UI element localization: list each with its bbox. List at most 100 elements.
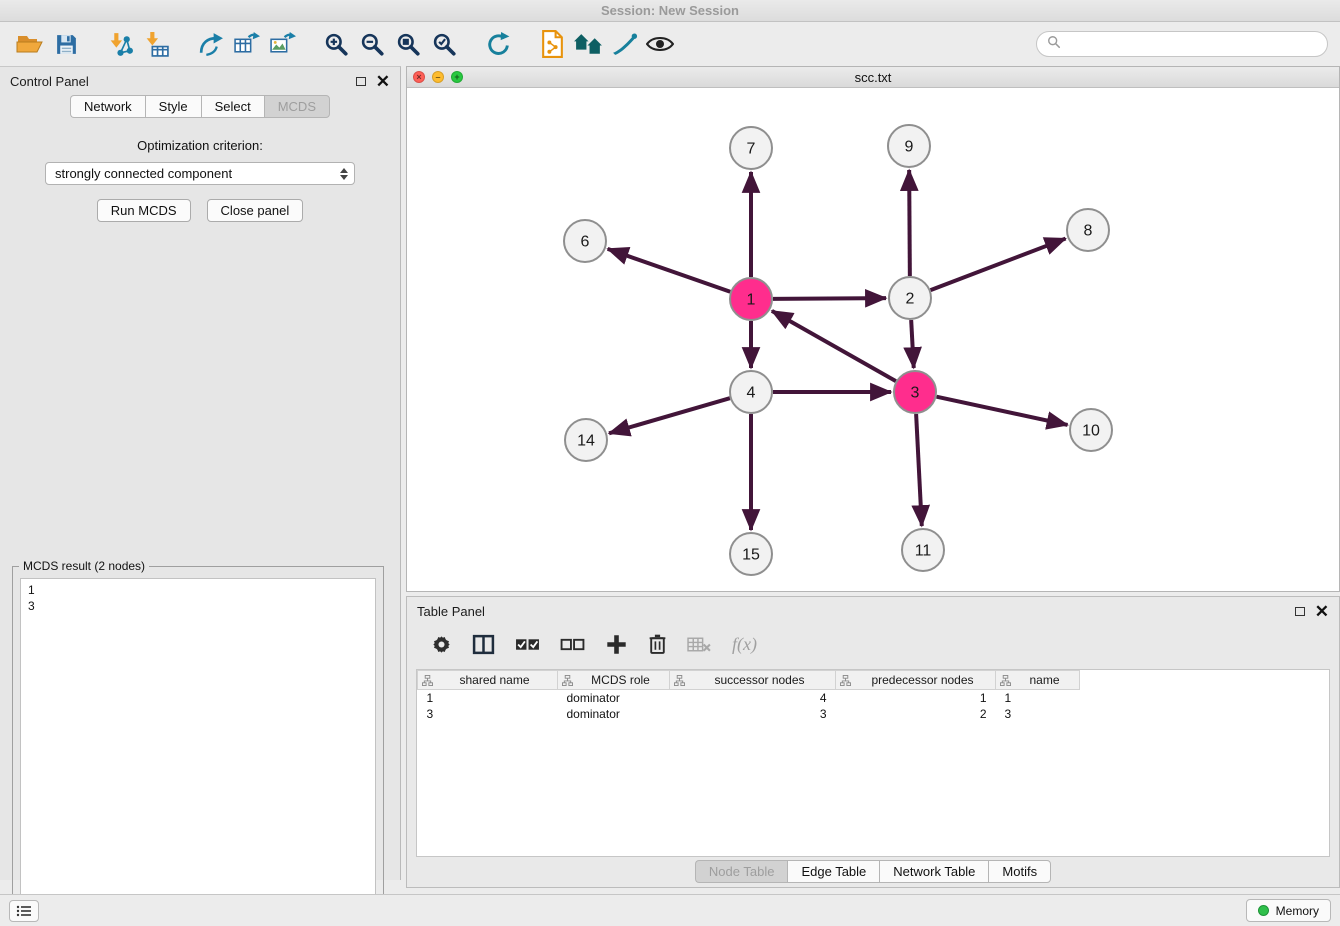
select-all-icon[interactable] (515, 635, 540, 654)
control-tab-network[interactable]: Network (70, 95, 145, 118)
import-network-icon[interactable] (102, 27, 138, 61)
cell-predecessor-nodes[interactable]: 2 (836, 706, 996, 722)
show-hide-eye-icon[interactable] (642, 27, 678, 61)
float-panel-icon[interactable] (356, 77, 366, 86)
add-column-icon[interactable] (605, 633, 628, 656)
column-header-MCDS-role[interactable]: MCDS role (558, 671, 670, 690)
graph-edge-2-9[interactable] (909, 170, 910, 276)
table-row[interactable]: 1dominator411 (418, 690, 1080, 706)
mcds-result-group: MCDS result (2 nodes) 13 (12, 566, 384, 926)
table-panel: Table Panel ✕ (406, 596, 1340, 888)
zoom-selected-icon[interactable] (426, 27, 462, 61)
graph-node-9[interactable]: 9 (888, 125, 930, 167)
control-tab-style[interactable]: Style (145, 95, 201, 118)
graph-node-4[interactable]: 4 (730, 371, 772, 413)
zoom-out-icon[interactable] (354, 27, 390, 61)
graph-edge-3-11[interactable] (916, 414, 922, 526)
close-panel-button[interactable]: Close panel (207, 199, 304, 222)
control-tab-select[interactable]: Select (201, 95, 264, 118)
graph-edge-4-14[interactable] (609, 398, 730, 433)
search-input[interactable] (1067, 37, 1317, 52)
network-graph[interactable]: 7 9 6 8 1 2 4 3 14 10 15 11 (407, 88, 1339, 591)
graph-node-1[interactable]: 1 (730, 278, 772, 320)
run-mcds-button[interactable]: Run MCDS (97, 199, 191, 222)
cell-successor-nodes[interactable]: 4 (670, 690, 836, 706)
cell-name[interactable]: 3 (996, 706, 1080, 722)
search-icon (1047, 35, 1061, 54)
cell-shared-name[interactable]: 3 (418, 706, 558, 722)
memory-button[interactable]: Memory (1246, 899, 1331, 922)
export-image-icon[interactable] (264, 27, 300, 61)
task-history-button[interactable] (9, 900, 39, 922)
cell-shared-name[interactable]: 1 (418, 690, 558, 706)
close-table-panel-icon[interactable]: ✕ (1315, 603, 1329, 620)
status-bar: Memory (0, 894, 1340, 926)
column-header-name[interactable]: name (996, 671, 1080, 690)
network-window-titlebar[interactable]: scc.txt × – + (407, 67, 1339, 88)
column-header-shared-name[interactable]: shared name (418, 671, 558, 690)
svg-text:11: 11 (915, 543, 932, 560)
graph-node-15[interactable]: 15 (730, 533, 772, 575)
settings-gear-icon[interactable] (431, 634, 452, 655)
graph-edge-3-1[interactable] (772, 311, 896, 381)
graph-node-6[interactable]: 6 (564, 220, 606, 262)
svg-text:9: 9 (905, 139, 914, 156)
graph-node-11[interactable]: 11 (902, 529, 944, 571)
export-network-icon[interactable] (192, 27, 228, 61)
close-panel-icon[interactable]: ✕ (376, 73, 390, 90)
export-table-icon[interactable] (228, 27, 264, 61)
style-brush-icon[interactable] (606, 27, 642, 61)
minimize-window-icon[interactable]: – (432, 71, 444, 83)
cell-MCDS-role[interactable]: dominator (558, 690, 670, 706)
cell-predecessor-nodes[interactable]: 1 (836, 690, 996, 706)
graph-node-8[interactable]: 8 (1067, 209, 1109, 251)
criterion-dropdown[interactable]: strongly connected component (45, 162, 355, 185)
table-tab-network-table[interactable]: Network Table (879, 860, 988, 883)
table-tab-node-table[interactable]: Node Table (695, 860, 788, 883)
column-header-predecessor-nodes[interactable]: predecessor nodes (836, 671, 996, 690)
table-tab-edge-table[interactable]: Edge Table (787, 860, 879, 883)
graph-edge-1-6[interactable] (608, 249, 731, 292)
graph-node-14[interactable]: 14 (565, 419, 607, 461)
save-session-icon[interactable] (48, 27, 84, 61)
network-canvas[interactable]: 7 9 6 8 1 2 4 3 14 10 15 11 (407, 88, 1339, 591)
column-sort-icon (840, 675, 851, 686)
import-table-icon[interactable] (138, 27, 174, 61)
control-panel: Control Panel ✕ NetworkStyleSelectMCDS O… (0, 66, 401, 880)
close-window-icon[interactable]: × (413, 71, 425, 83)
split-columns-icon[interactable] (472, 634, 495, 655)
control-tab-mcds[interactable]: MCDS (264, 95, 330, 118)
share-document-icon[interactable] (534, 27, 570, 61)
svg-text:3: 3 (911, 385, 920, 402)
zoom-fit-icon[interactable] (390, 27, 426, 61)
column-header-successor-nodes[interactable]: successor nodes (670, 671, 836, 690)
graph-node-10[interactable]: 10 (1070, 409, 1112, 451)
delete-table-icon[interactable] (687, 635, 712, 654)
graph-edge-2-8[interactable] (931, 239, 1066, 291)
apply-layout-icon[interactable] (480, 27, 516, 61)
search-box[interactable] (1036, 31, 1328, 57)
function-builder-icon[interactable]: f(x) (732, 634, 757, 655)
graph-node-7[interactable]: 7 (730, 127, 772, 169)
delete-column-trash-icon[interactable] (648, 633, 667, 655)
graph-node-3[interactable]: 3 (894, 371, 936, 413)
deselect-all-icon[interactable] (560, 635, 585, 654)
graph-edge-2-3[interactable] (911, 320, 914, 368)
zoom-in-icon[interactable] (318, 27, 354, 61)
home-view-icon[interactable] (570, 27, 606, 61)
graph-edge-1-2[interactable] (773, 298, 886, 299)
float-table-panel-icon[interactable] (1295, 607, 1305, 616)
table-tab-motifs[interactable]: Motifs (988, 860, 1051, 883)
cell-MCDS-role[interactable]: dominator (558, 706, 670, 722)
graph-node-2[interactable]: 2 (889, 277, 931, 319)
graph-edge-3-10[interactable] (937, 397, 1068, 425)
mcds-result-title: MCDS result (2 nodes) (19, 559, 149, 573)
maximize-window-icon[interactable]: + (451, 71, 463, 83)
criterion-value: strongly connected component (55, 166, 232, 181)
table-row[interactable]: 3dominator323 (418, 706, 1080, 722)
cell-name[interactable]: 1 (996, 690, 1080, 706)
open-file-icon[interactable] (12, 27, 48, 61)
mcds-result-list[interactable]: 13 (20, 578, 376, 926)
svg-text:6: 6 (581, 234, 590, 251)
cell-successor-nodes[interactable]: 3 (670, 706, 836, 722)
